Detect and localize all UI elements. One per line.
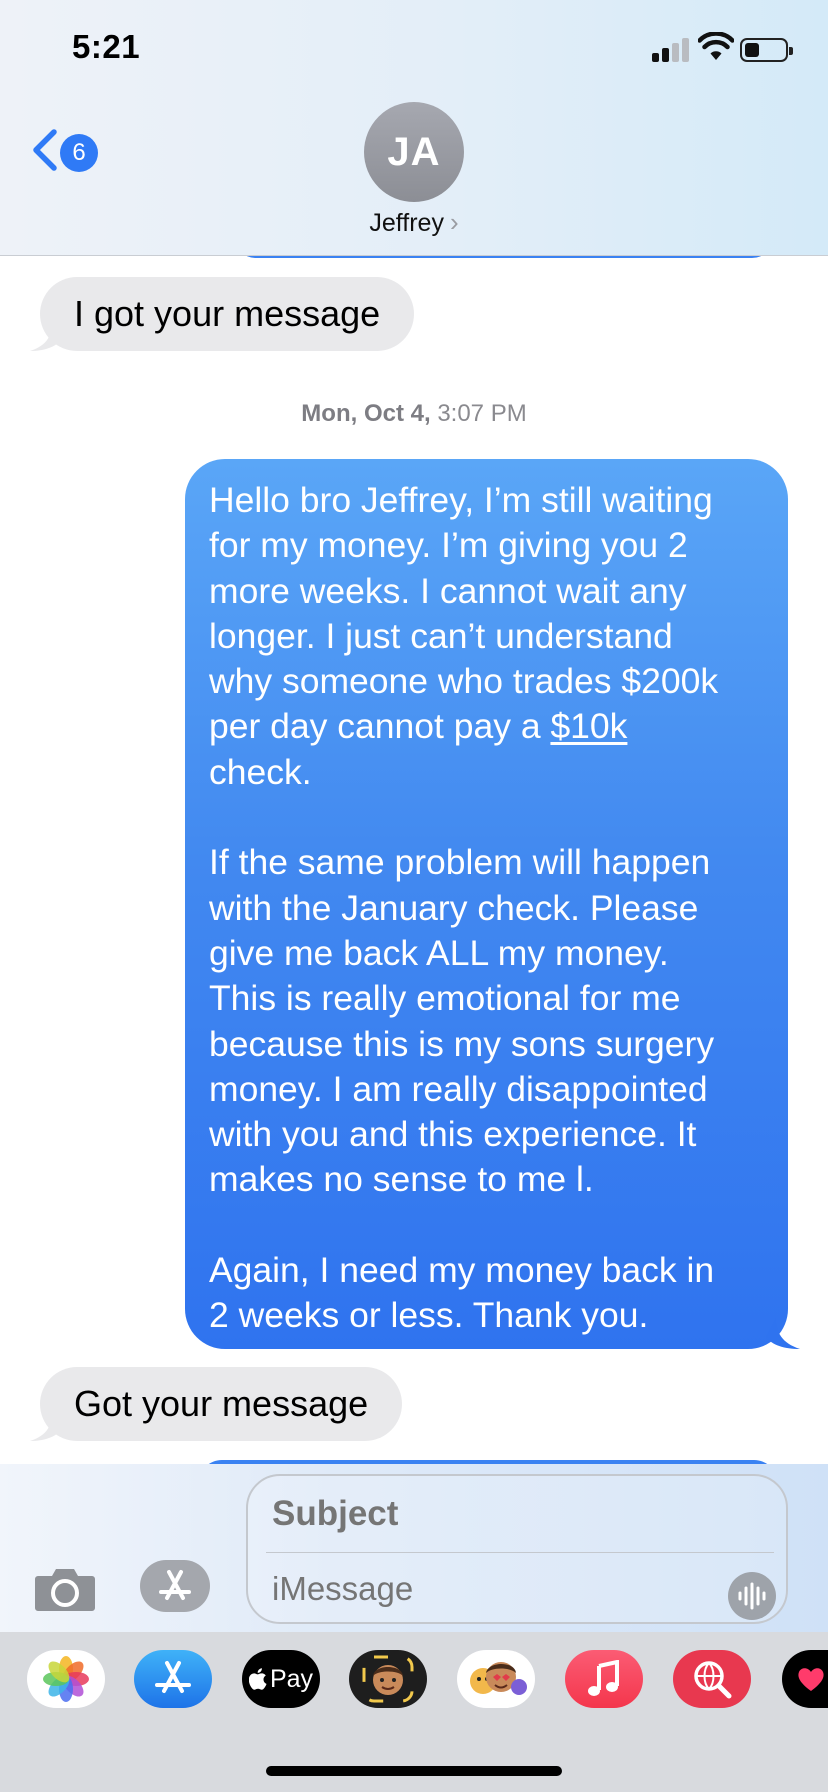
audio-message-button[interactable] — [728, 1572, 776, 1620]
bubble-tail — [30, 321, 62, 351]
digital-touch-app-icon[interactable] — [782, 1650, 828, 1708]
bubble-tail — [30, 1411, 62, 1441]
outgoing-paragraph-1: Hello bro Jeffrey, I’m still waiting for… — [209, 478, 764, 795]
home-indicator[interactable] — [266, 1766, 562, 1776]
globe-search-icon — [694, 1661, 732, 1699]
compose-box — [246, 1474, 788, 1624]
outgoing-text: check. — [209, 751, 312, 792]
cellular-signal-icon — [652, 36, 692, 62]
outgoing-paragraph-3: Again, I need my money back in 2 weeks o… — [209, 1250, 715, 1336]
status-time: 5:21 — [72, 28, 141, 65]
back-chevron-icon[interactable] — [30, 128, 60, 172]
waveform-icon — [738, 1582, 766, 1610]
camera-icon[interactable] — [34, 1564, 96, 1612]
memoji-face-icon — [362, 1655, 414, 1703]
app-store-a-icon — [155, 1661, 191, 1693]
app-store-app-icon[interactable] — [134, 1650, 212, 1708]
web-images-search-app-icon[interactable] — [673, 1650, 751, 1708]
incoming-message-text: I got your message — [74, 293, 381, 334]
compose-divider — [266, 1552, 774, 1553]
apple-pay-label: Pay — [269, 1664, 314, 1693]
contact-chevron-icon: › — [449, 207, 459, 237]
outgoing-message-bubble[interactable]: Hello bro Jeffrey, I’m still waiting for… — [185, 459, 800, 1349]
photos-flower-icon — [43, 1656, 89, 1702]
conversation-header: 5:21 6 JA Jeffrey › — [0, 0, 828, 256]
app-drawer: Pay — [0, 1632, 828, 1792]
wifi-icon — [698, 32, 734, 60]
music-note-icon — [588, 1660, 619, 1696]
timestamp-time: 3:07 PM — [437, 400, 527, 427]
memoji-stickers-icon — [470, 1662, 527, 1695]
incoming-message-bubble[interactable]: Got your message — [30, 1367, 403, 1441]
memoji-stickers-app-icon[interactable] — [457, 1650, 535, 1708]
apple-logo-icon — [248, 1668, 267, 1690]
outgoing-paragraph-2: If the same problem will happen with the… — [209, 842, 715, 1200]
bubble-tail — [766, 1317, 800, 1349]
apple-pay-app-icon[interactable]: Pay — [242, 1650, 320, 1708]
subject-input[interactable] — [248, 1476, 786, 1552]
outgoing-text: Hello bro Jeffrey, I’m still waiting for… — [209, 480, 719, 747]
amount-link[interactable]: $10k — [550, 706, 627, 746]
app-store-icon — [159, 1570, 191, 1600]
incoming-message-bubble[interactable]: I got your message — [30, 277, 415, 351]
message-timestamp: Mon, Oct 4, 3:07 PM — [0, 400, 828, 428]
compose-bar — [0, 1464, 828, 1632]
memoji-camera-app-icon[interactable] — [349, 1650, 427, 1708]
music-app-icon[interactable] — [565, 1650, 643, 1708]
contact-name-label: Jeffrey — [369, 209, 444, 237]
timestamp-day: Mon, Oct 4, — [301, 400, 431, 427]
unread-count-badge[interactable]: 6 — [60, 134, 98, 172]
photos-app-icon[interactable] — [27, 1650, 105, 1708]
contact-name-button[interactable]: Jeffrey › — [0, 207, 828, 238]
app-store-button[interactable] — [140, 1560, 210, 1612]
incoming-message-text: Got your message — [74, 1383, 369, 1424]
battery-icon — [740, 38, 793, 62]
heart-icon — [798, 1668, 824, 1691]
message-input[interactable] — [248, 1554, 786, 1624]
contact-avatar[interactable]: JA — [364, 102, 464, 202]
